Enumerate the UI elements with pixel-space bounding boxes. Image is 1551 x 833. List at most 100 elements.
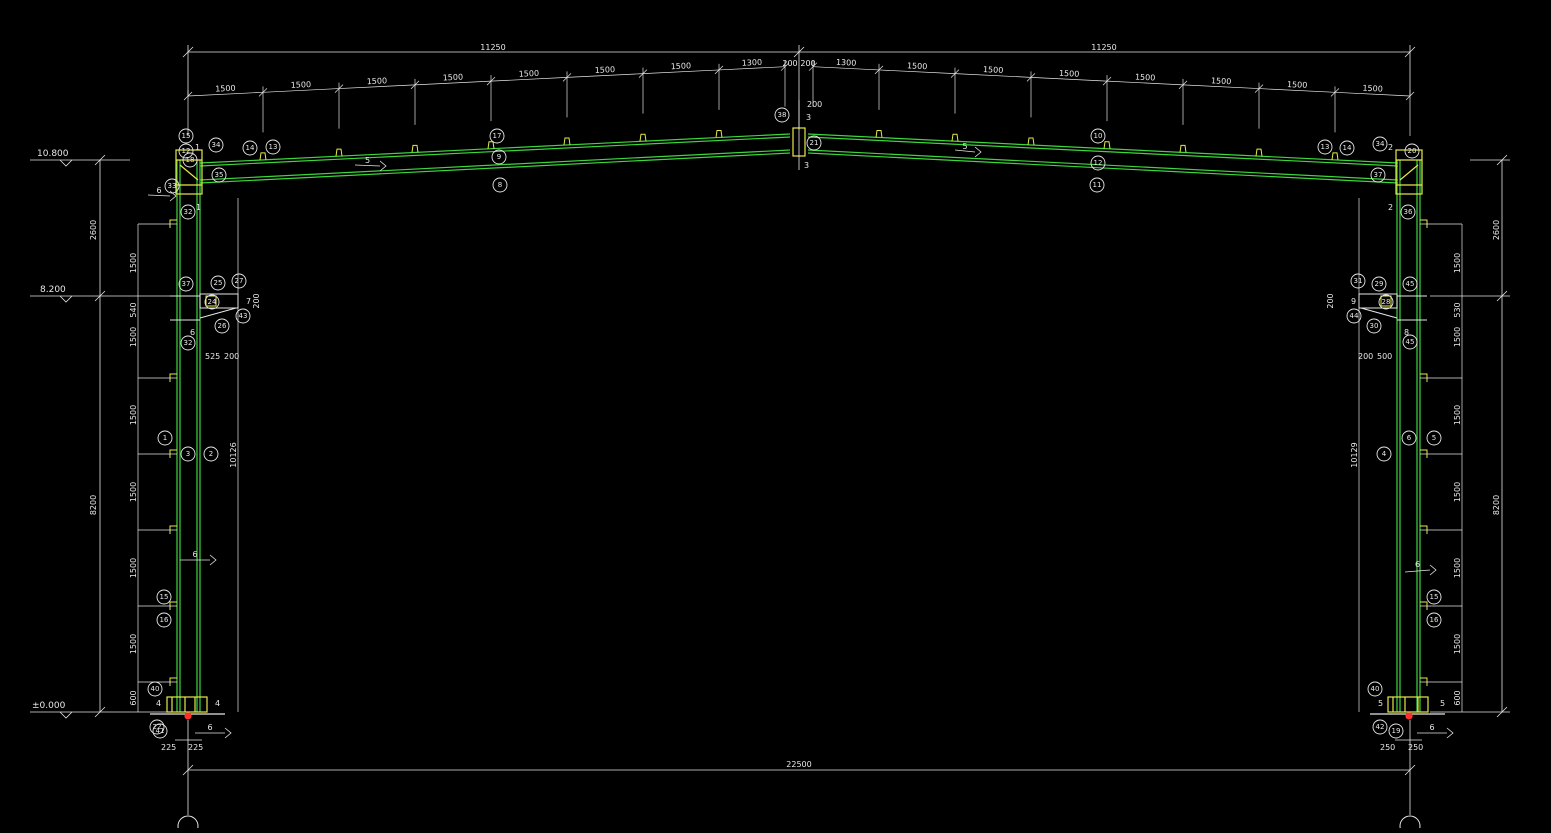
callout-left-label: 35 <box>215 171 224 179</box>
section-mark: 3 <box>806 113 811 122</box>
purlin-spacing-label: 1500 <box>1362 84 1383 94</box>
callout-right-label: 16 <box>1430 616 1439 624</box>
callout-left-label: 9 <box>497 153 501 161</box>
purlin-spacing-label: 1500 <box>290 80 311 90</box>
callout-left-label: 14 <box>246 144 255 152</box>
right-column-spacing-label: 600 <box>1453 690 1462 705</box>
callout-left-label: 32 <box>184 208 193 216</box>
callout-right-label: 12 <box>1094 159 1103 167</box>
callout-right-label: 15 <box>1430 593 1439 601</box>
weld-flag <box>224 727 232 739</box>
span-label: 22500 <box>786 760 811 769</box>
purlin-spacing-label: 1500 <box>594 65 615 75</box>
right-bracket-dim-1: 200 <box>1358 352 1373 361</box>
callout-right-label: 4 <box>1382 450 1387 458</box>
base-left-dim-1: 225 <box>161 743 176 752</box>
callout-left-label: 3 <box>186 450 190 458</box>
weld-size-label: 6 <box>1429 723 1434 732</box>
callout-left-label: 37 <box>182 280 191 288</box>
section-mark: 2 <box>1388 203 1393 212</box>
callout-left-label: 15 <box>160 593 169 601</box>
section-mark: 4 <box>215 699 220 708</box>
level-lines-left <box>30 154 170 719</box>
right-column-spacing-label: 1500 <box>1453 634 1462 654</box>
left-column-spacing-label: 1500 <box>129 327 138 347</box>
column-left <box>176 160 201 712</box>
weld-leader <box>354 164 381 167</box>
purlin-spacing-label: 1500 <box>518 69 539 79</box>
weld-size-label: 6 <box>1415 560 1420 569</box>
callout-left-label: 41 <box>156 727 165 735</box>
right-column-spacing-label: 1500 <box>1453 405 1462 425</box>
callout-left-label: 25 <box>214 279 223 287</box>
callout-right-label: 5 <box>1432 434 1436 442</box>
purlin-cleat <box>1255 148 1263 157</box>
weld-size-label: 6 <box>207 723 212 732</box>
left-column-spacing-label: 600 <box>129 690 138 705</box>
left-column-spacing-label: 540 <box>129 302 138 317</box>
right-outer-dim-bottom: 8200 <box>1492 495 1501 515</box>
section-mark: 3 <box>804 161 809 170</box>
purlin-cleat <box>639 133 647 142</box>
callout-right-label: 19 <box>1392 727 1401 735</box>
purlin-spacing-label: 1300 <box>741 58 762 68</box>
weld-size-label: 5 <box>962 142 967 151</box>
section-mark: 5 <box>1378 699 1383 708</box>
callout-right-label: 31 <box>1354 277 1363 285</box>
left-column-spacing-label: 1500 <box>129 482 138 502</box>
callout-left-label: 43 <box>239 312 248 320</box>
callout-right-label: 45 <box>1406 338 1415 346</box>
purlin-cleat <box>715 129 723 138</box>
left-column-spacing-label: 1500 <box>129 558 138 578</box>
left-outer-dim-top: 2600 <box>89 220 98 240</box>
base-right-dim-1: 250 <box>1380 743 1395 752</box>
purlin-cleat <box>1027 137 1035 146</box>
cad-drawing-canvas[interactable]: 11250 11250 1500 1500 1500 1500 1500 1500 1500… <box>0 0 1551 833</box>
purlin-spacing-label: 1500 <box>1135 72 1156 82</box>
part-callouts-left: 34 14 13123335321537 25 272426433213 21516402… <box>147 128 508 739</box>
callout-right-label: 11 <box>1093 181 1102 189</box>
callout-right-label: 28 <box>1382 298 1391 306</box>
callout-right-label: 14 <box>1343 144 1352 152</box>
purlin-cleat <box>411 144 419 153</box>
left-bracket-dim-3: 200 <box>252 293 261 308</box>
purlin-spacing-label: 1500 <box>1287 80 1308 90</box>
callout-right-label: 36 <box>1404 208 1413 216</box>
callout-left-label: 26 <box>218 322 227 330</box>
weld-flag <box>379 160 387 172</box>
left-column-spacing-label: 1500 <box>129 405 138 425</box>
callout-left-label: 24 <box>208 298 217 306</box>
section-mark: 4 <box>156 699 161 708</box>
purlin-spacing-label: 1500 <box>907 61 928 71</box>
callout-right-label: 20 <box>1408 147 1417 155</box>
callout-right-label: 34 <box>1376 140 1385 148</box>
right-column-spacing-label: 530 <box>1453 302 1462 317</box>
purlin-spacing-label: 1300 <box>836 58 857 68</box>
ridge-dim-left-label: 200 <box>782 59 797 68</box>
right-outer-dim-top: 2600 <box>1492 220 1501 240</box>
right-column-spacing-label: 1500 <box>1453 253 1462 273</box>
callout-left-label: 16 <box>160 616 169 624</box>
callout-right-label: 30 <box>1370 322 1379 330</box>
section-mark: 2 <box>1388 143 1393 152</box>
section-mark: 7 <box>246 297 251 306</box>
purlin-spacing-label: 1500 <box>670 61 691 71</box>
weld-leader <box>147 194 171 197</box>
right-column-spacing-label: 1500 <box>1453 327 1462 347</box>
section-mark: 9 <box>1351 297 1356 306</box>
section-mark: 1 <box>196 203 201 212</box>
right-bracket-dim-2: 500 <box>1377 352 1392 361</box>
weld-symbols: 5 5 6 6 6 6 6 <box>147 142 1454 739</box>
level-ground-label-left: ±0.000 <box>32 701 66 711</box>
ridge-joint <box>792 100 806 170</box>
callout-left-label: 17 <box>493 132 502 140</box>
left-column-spacing-label: 1500 <box>129 253 138 273</box>
weld-flag <box>1429 564 1437 576</box>
weld-flag <box>209 554 217 566</box>
callout-left-label: 2 <box>209 450 213 458</box>
section-mark: 1 <box>195 143 200 152</box>
callout-left-label: 27 <box>235 277 244 285</box>
level-crane-label-left: 8.200 <box>40 285 66 295</box>
column-spacing-dimensions <box>137 198 1463 712</box>
purlin-cleat <box>1331 152 1339 160</box>
